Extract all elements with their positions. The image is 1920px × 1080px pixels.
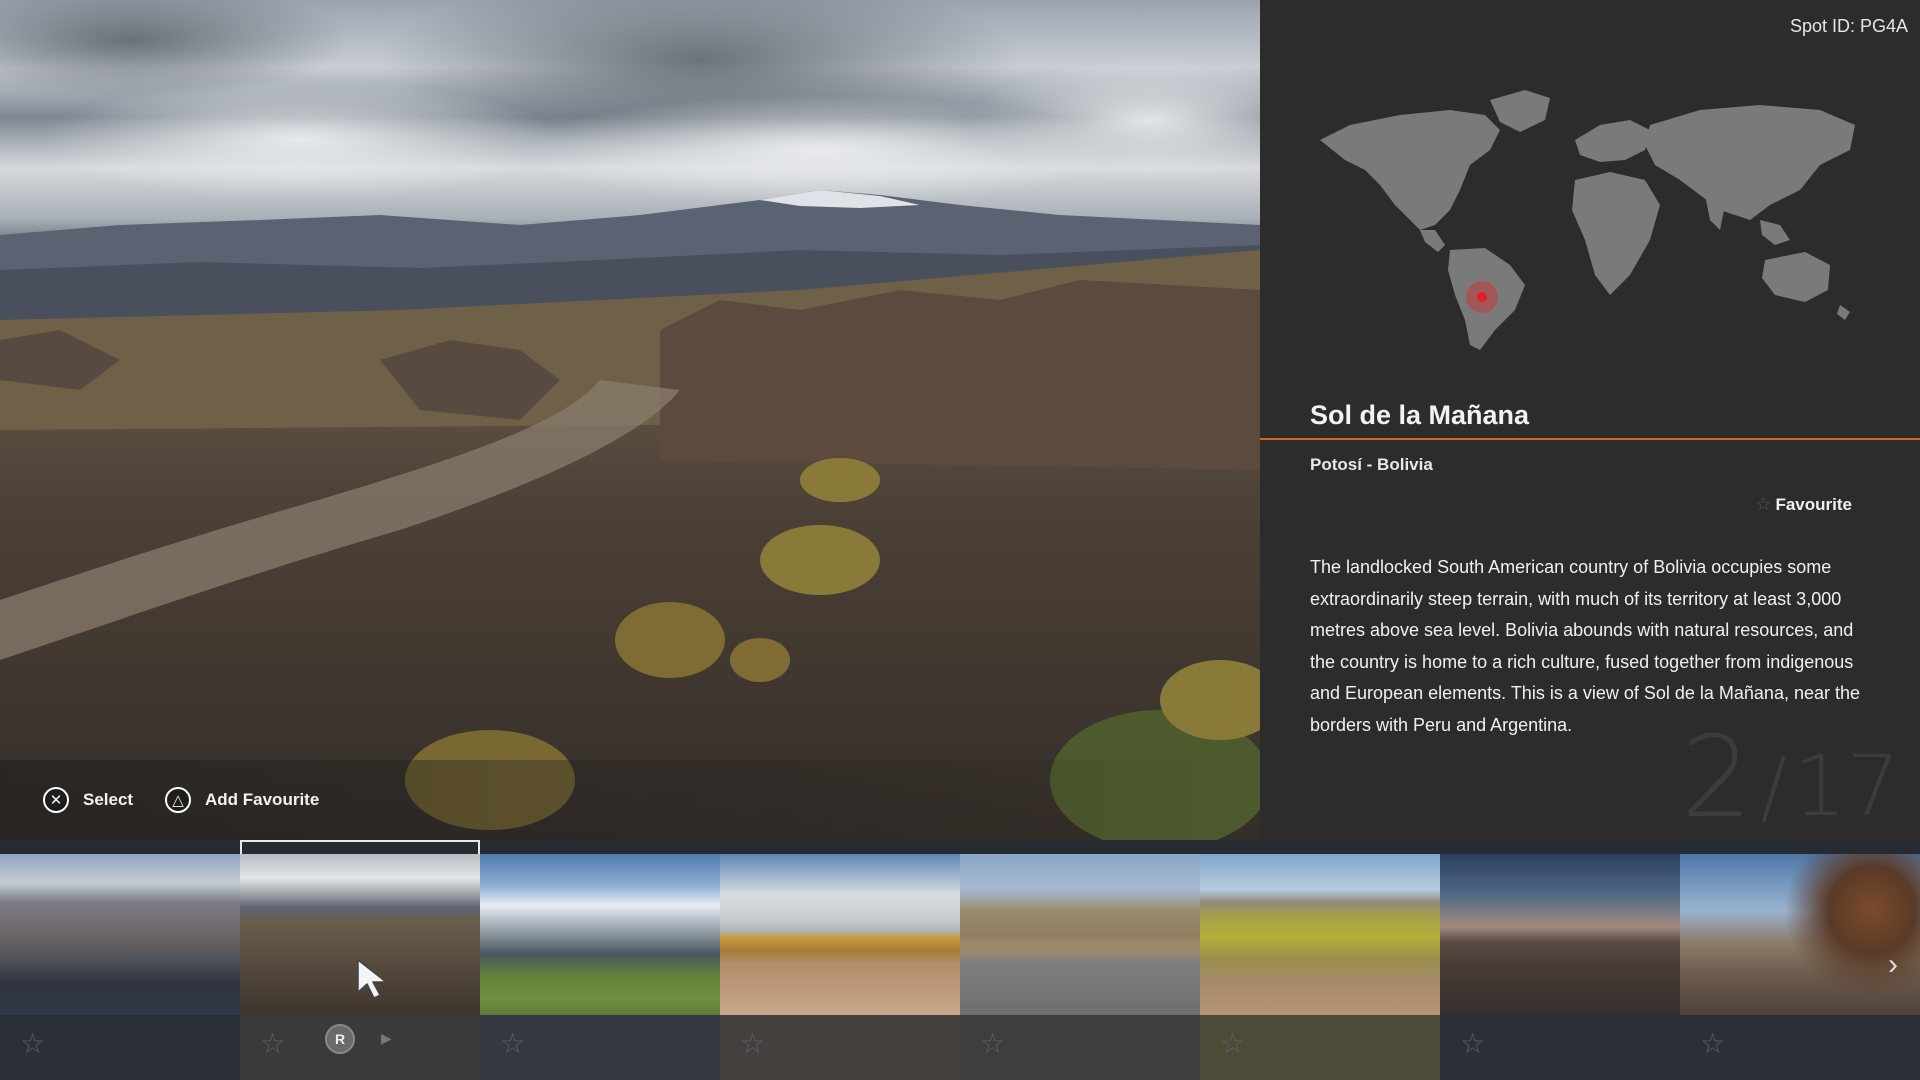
select-label: Select bbox=[83, 790, 134, 809]
star-icon[interactable]: ☆ bbox=[980, 1030, 1005, 1058]
star-icon[interactable]: ☆ bbox=[500, 1030, 525, 1058]
thumbnail-7[interactable]: ☆ bbox=[1440, 854, 1680, 1080]
star-icon[interactable]: ☆ bbox=[1460, 1030, 1485, 1058]
spot-description: The landlocked South American country of… bbox=[1310, 557, 1861, 735]
main-photo bbox=[0, 0, 1260, 840]
page-indicator: 2 / 17 bbox=[1681, 722, 1900, 834]
thumbnail-6[interactable]: ☆ bbox=[1200, 854, 1440, 1080]
star-icon: ☆ bbox=[1755, 494, 1772, 514]
chevron-right-icon: ▶ bbox=[381, 1030, 392, 1046]
spot-location: Potosí - Bolivia bbox=[1310, 455, 1433, 474]
chevron-right-icon[interactable]: › bbox=[1888, 948, 1898, 982]
spot-title: Sol de la Mañana bbox=[1310, 400, 1530, 430]
title-divider bbox=[1260, 438, 1920, 440]
star-icon[interactable]: ☆ bbox=[1220, 1030, 1245, 1058]
star-icon[interactable]: ☆ bbox=[260, 1030, 285, 1058]
thumbnail-8[interactable]: ☆ bbox=[1680, 854, 1920, 1080]
location-marker bbox=[1477, 292, 1487, 302]
thumbnail-1[interactable]: ☆ bbox=[0, 854, 240, 1080]
star-icon[interactable]: ☆ bbox=[20, 1030, 45, 1058]
triangle-button-icon: △ bbox=[165, 787, 191, 813]
info-panel: Spot ID: PG4A Sol de la Mañana Potosí - … bbox=[1260, 0, 1920, 840]
page-total: 17 bbox=[1793, 737, 1900, 835]
page-current: 2 bbox=[1680, 713, 1753, 843]
r-button-icon: R bbox=[325, 1024, 355, 1054]
star-icon[interactable]: ☆ bbox=[1700, 1030, 1725, 1058]
favourite-label: Favourite bbox=[1775, 494, 1852, 514]
select-control[interactable]: ✕ Select bbox=[43, 787, 133, 813]
cross-button-icon: ✕ bbox=[43, 787, 69, 813]
add-favourite-label: Add Favourite bbox=[205, 790, 320, 809]
spot-id: Spot ID: PG4A bbox=[1789, 16, 1908, 36]
thumbnail-5[interactable]: ☆ bbox=[960, 854, 1200, 1080]
pointer-cursor-icon bbox=[357, 959, 387, 999]
star-icon[interactable]: ☆ bbox=[740, 1030, 765, 1058]
page-separator: / bbox=[1760, 741, 1788, 834]
add-favourite-control[interactable]: △ Add Favourite bbox=[165, 787, 319, 813]
thumbnail-strip: ☆ ☆ R ▶ ☆ ☆ ☆ ☆ ☆ ☆ bbox=[0, 840, 1920, 1080]
thumbnail-4[interactable]: ☆ bbox=[720, 854, 960, 1080]
world-map bbox=[1320, 90, 1855, 350]
thumbnail-3[interactable]: ☆ bbox=[480, 854, 720, 1080]
favourite-toggle[interactable]: ☆ Favourite bbox=[1755, 494, 1852, 515]
